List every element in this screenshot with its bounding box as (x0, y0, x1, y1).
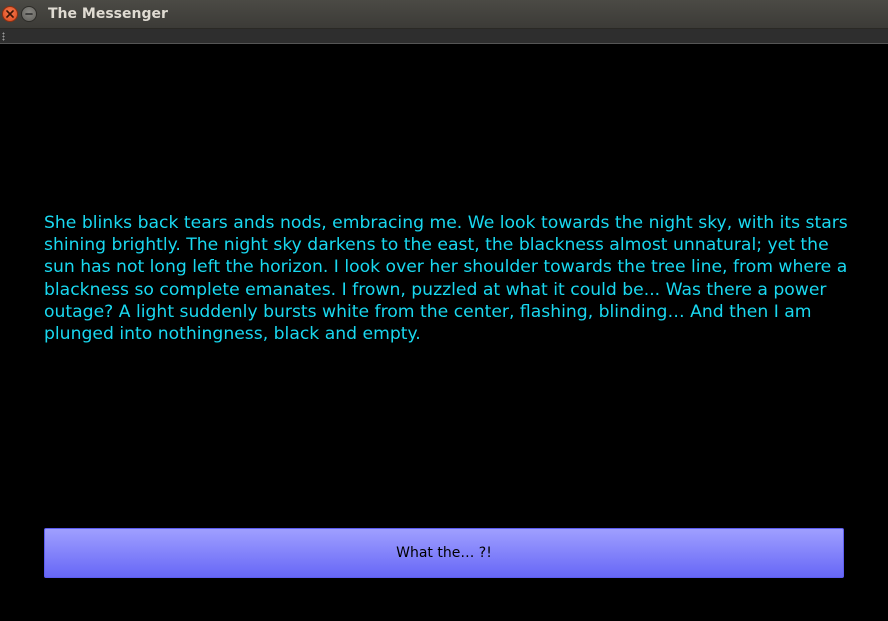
app-window: The Messenger She blinks back tears ands… (0, 0, 888, 621)
title-bar: The Messenger (0, 0, 888, 29)
continue-button[interactable]: What the… ?! (44, 528, 844, 578)
story-text: She blinks back tears ands nods, embraci… (44, 213, 848, 345)
toolbar-strip (0, 29, 888, 44)
continue-button-label: What the… ?! (396, 545, 492, 561)
toolbar-grip-icon[interactable] (2, 32, 5, 41)
main-content: She blinks back tears ands nods, embraci… (0, 44, 888, 621)
minimize-icon[interactable] (21, 6, 37, 22)
close-icon[interactable] (2, 6, 18, 22)
window-title: The Messenger (48, 6, 168, 22)
